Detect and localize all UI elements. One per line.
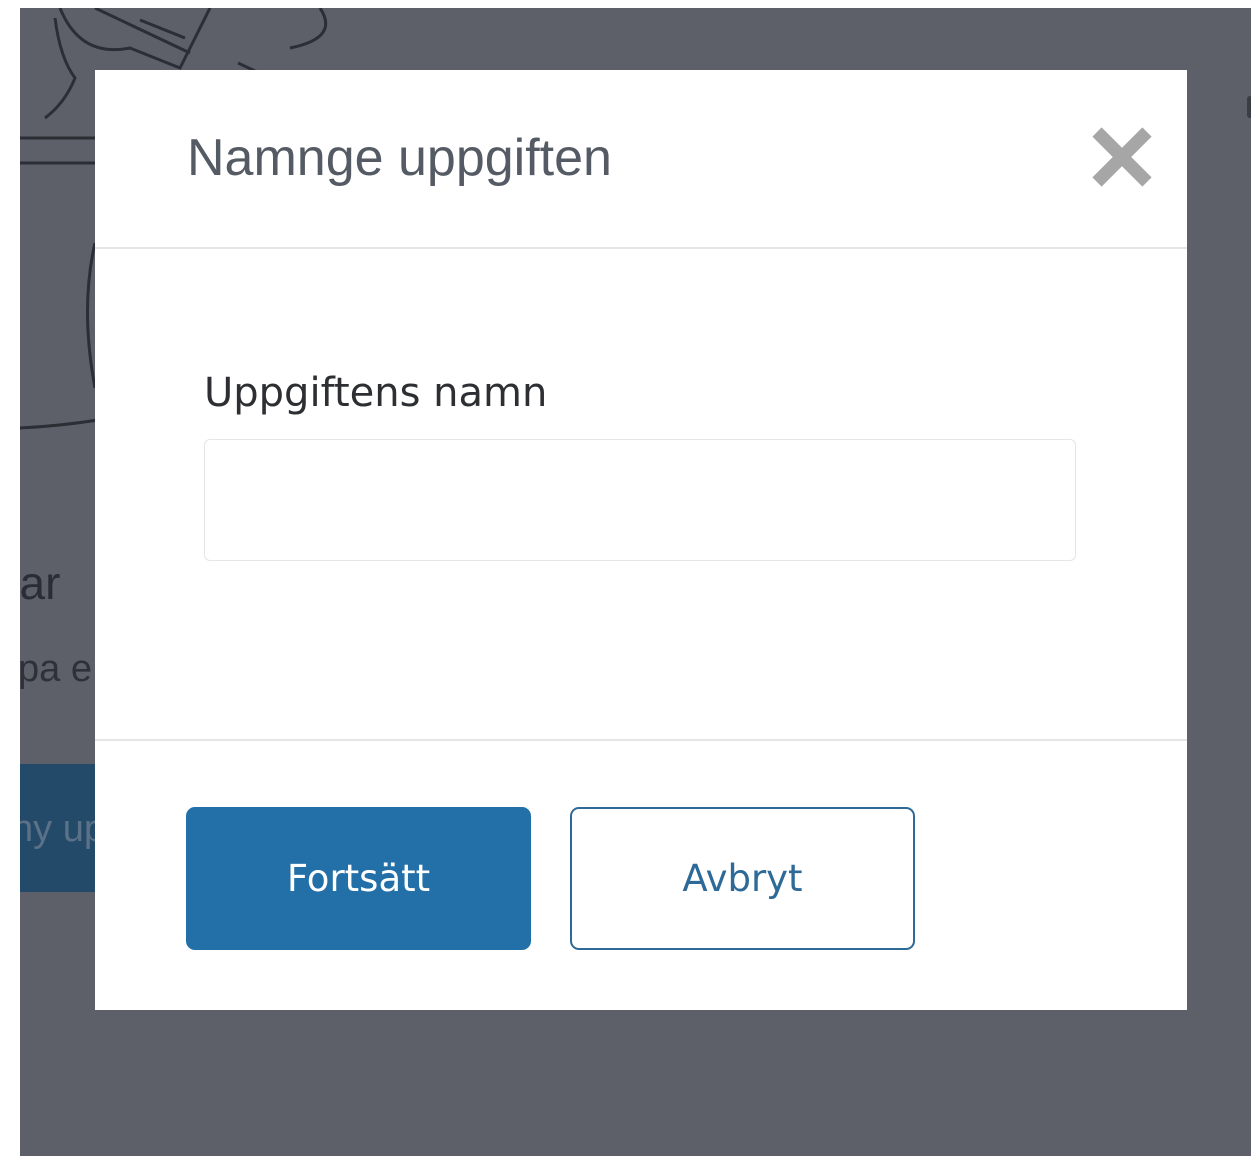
dialog-body: Uppgiftens namn (95, 249, 1187, 741)
background-edge-mark (1247, 96, 1251, 118)
dialog-header: Namnge uppgiften (95, 70, 1187, 249)
cancel-button[interactable]: Avbryt (570, 807, 915, 950)
background-new-task-label: ny up (20, 808, 105, 850)
dialog-footer: Fortsätt Avbryt (95, 741, 1187, 1010)
close-icon (1092, 127, 1152, 187)
task-name-label: Uppgiftens namn (204, 370, 548, 416)
close-button[interactable] (1089, 124, 1155, 190)
dialog-title: Namnge uppgiften (187, 129, 612, 187)
page: tfar pa e ny up Namnge uppgiften Uppgift… (0, 0, 1251, 1156)
background-hero-text: tfar (20, 557, 61, 609)
continue-button[interactable]: Fortsätt (186, 807, 531, 950)
name-task-dialog: Namnge uppgiften Uppgiftens namn Fortsät… (95, 70, 1187, 1010)
task-name-input[interactable] (204, 439, 1076, 561)
background-subtitle: pa e (20, 648, 92, 690)
